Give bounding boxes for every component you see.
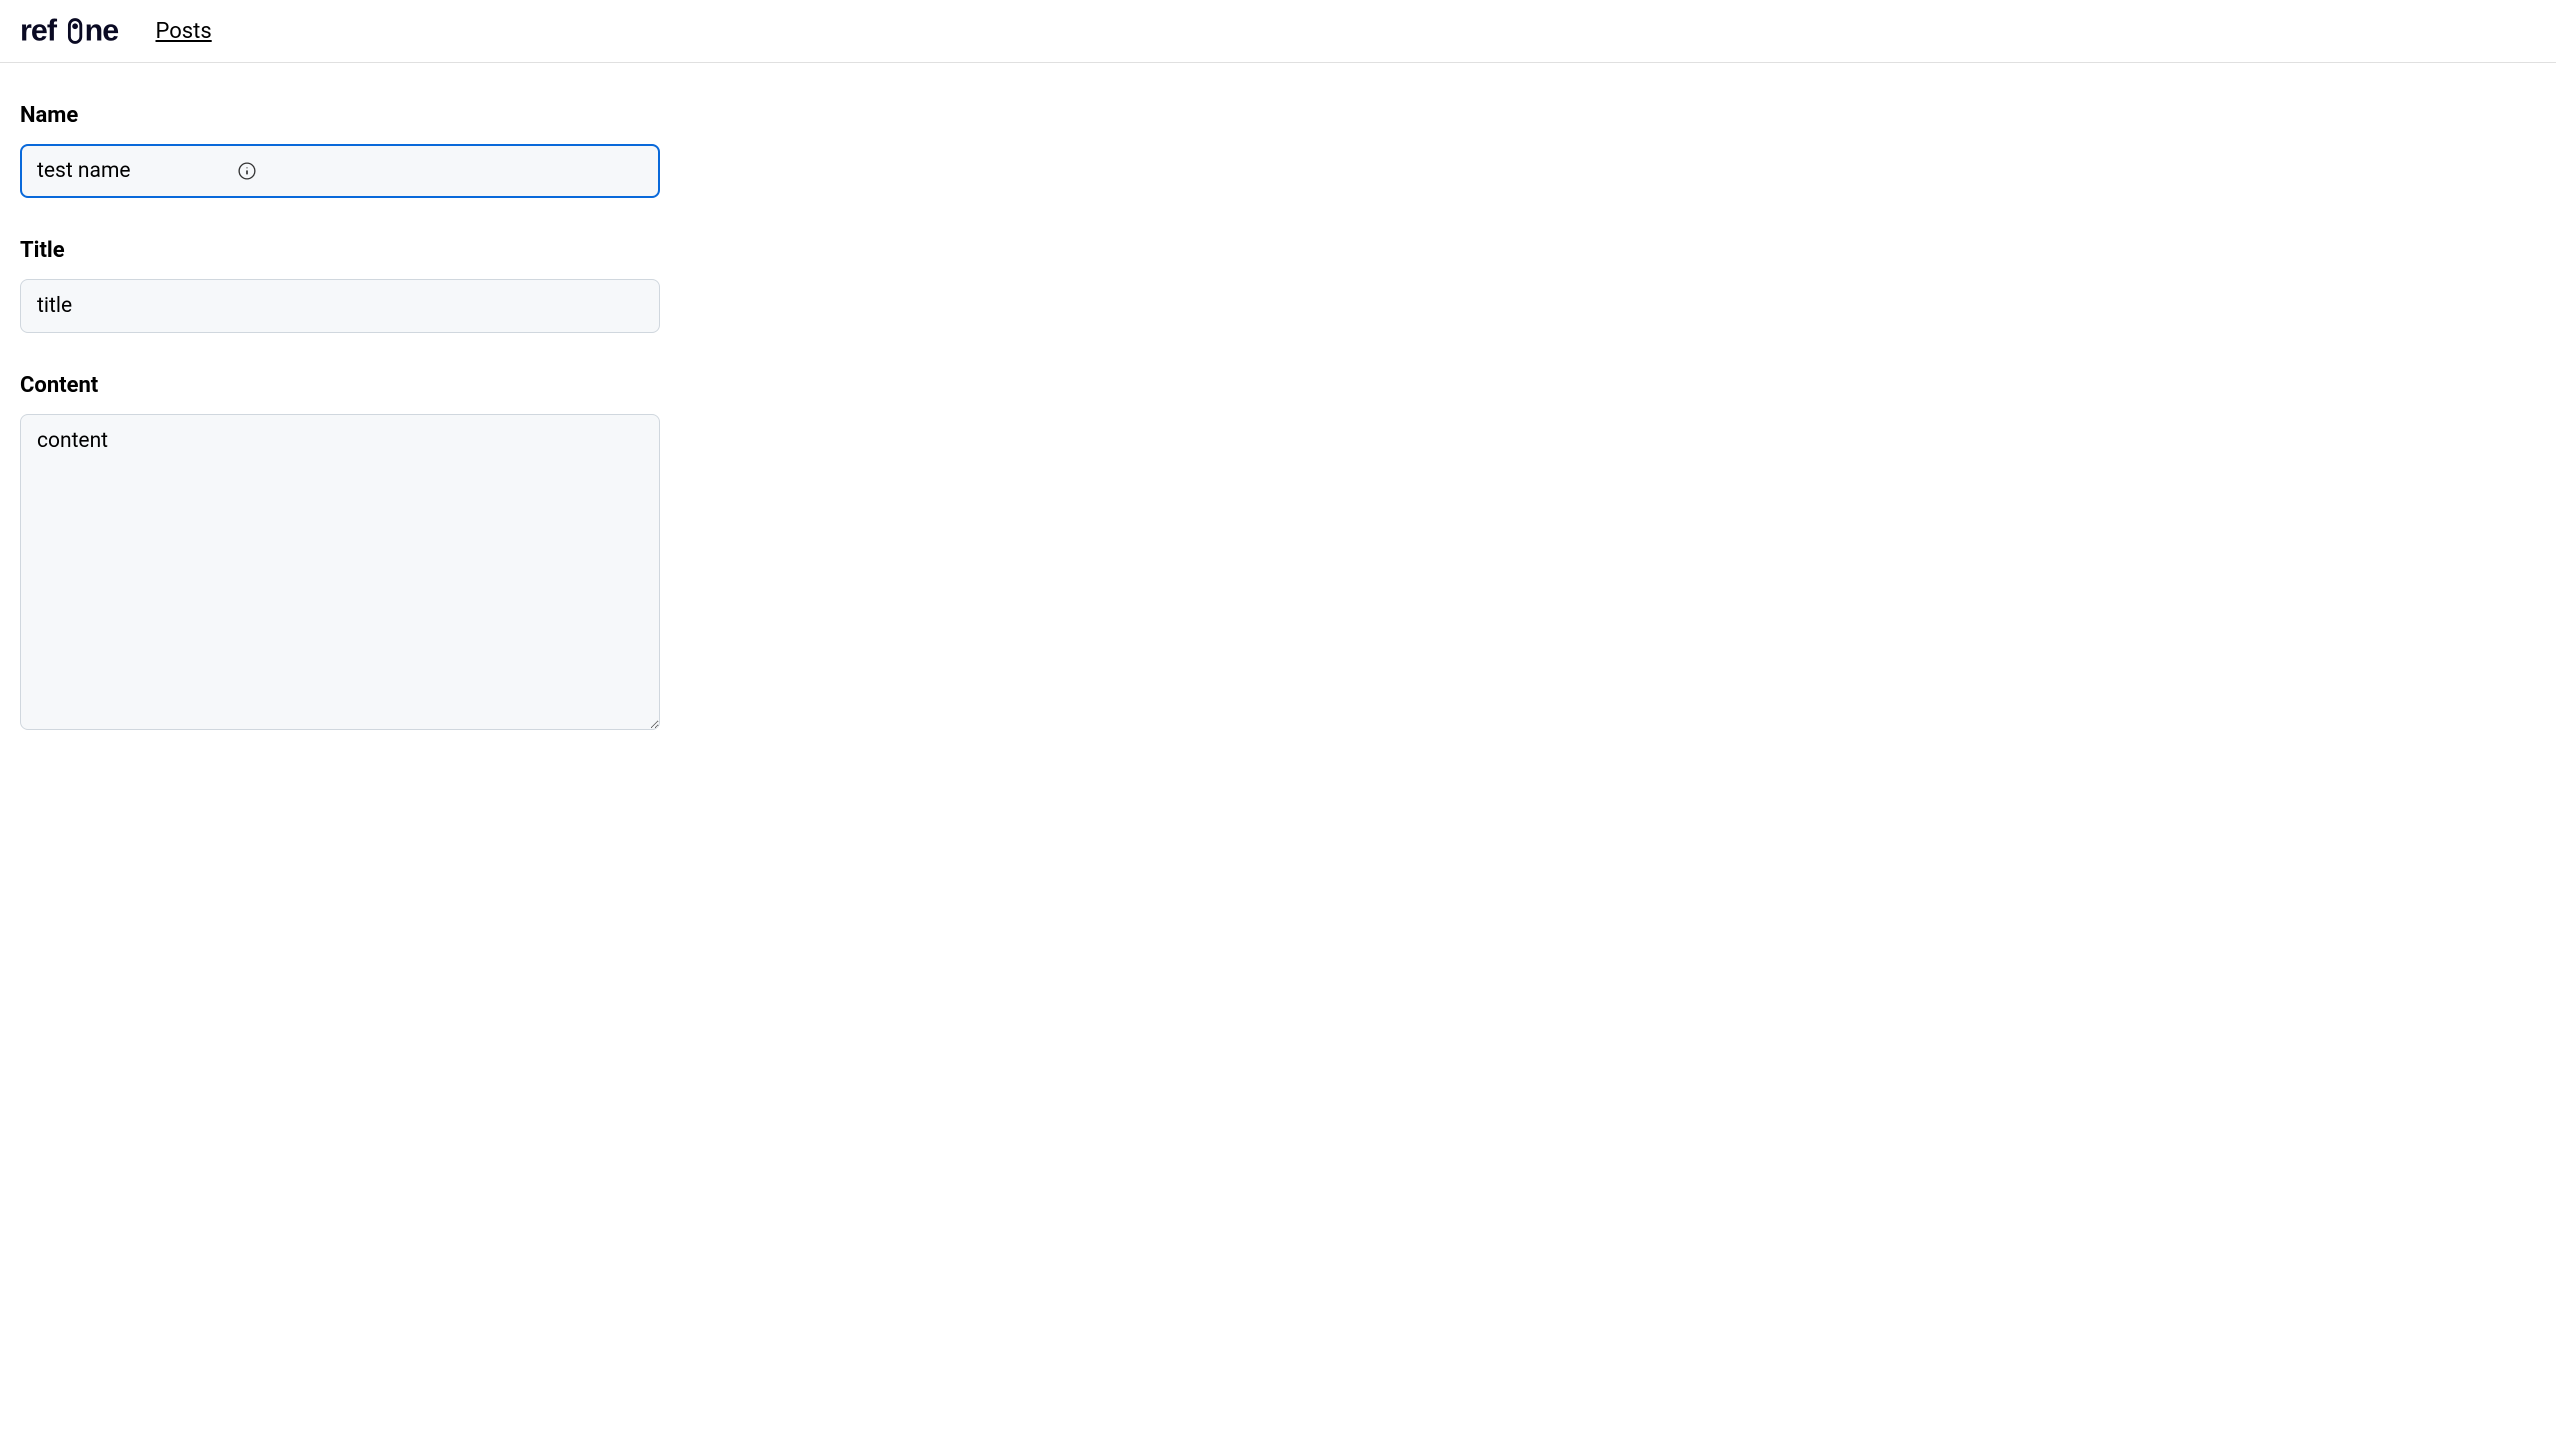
content-field-group: Content: [20, 373, 660, 734]
name-field-group: Name: [20, 103, 660, 198]
title-input[interactable]: [20, 279, 660, 333]
title-field-group: Title: [20, 238, 660, 333]
info-icon: [238, 162, 256, 180]
content-label: Content: [20, 373, 660, 398]
name-input[interactable]: [20, 144, 660, 198]
name-label: Name: [20, 103, 660, 128]
refine-logo: ref ne: [20, 12, 144, 50]
svg-text:ne: ne: [85, 14, 119, 48]
name-input-wrapper: [20, 144, 660, 198]
content-textarea[interactable]: [20, 414, 660, 730]
posts-link[interactable]: Posts: [156, 19, 212, 44]
header: ref ne Posts: [0, 0, 2556, 63]
title-label: Title: [20, 238, 660, 263]
svg-text:ref: ref: [20, 14, 58, 48]
form-container: Name Title Content: [0, 63, 680, 814]
